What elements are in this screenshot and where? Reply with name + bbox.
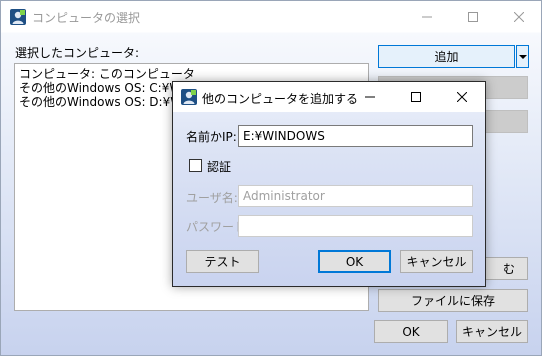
- close-button[interactable]: [496, 1, 542, 32]
- maximize-button[interactable]: [450, 1, 496, 32]
- name-or-ip-input[interactable]: E:¥WINDOWS: [238, 125, 473, 147]
- ok-button[interactable]: OK: [374, 320, 448, 343]
- app-user-icon: [10, 9, 26, 25]
- dialog-title-bar[interactable]: 他のコンピュータを追加する: [173, 82, 485, 112]
- dialog-minimize-button[interactable]: [347, 82, 393, 112]
- dialog-title: 他のコンピュータを追加する: [202, 92, 359, 106]
- close-icon: [514, 11, 524, 22]
- username-label: ユーザ名:: [186, 191, 238, 205]
- close-icon: [457, 92, 467, 102]
- title-bar[interactable]: コンピュータの選択: [1, 1, 541, 32]
- minimize-icon: [422, 16, 432, 17]
- add-dropdown-button[interactable]: [516, 45, 529, 68]
- app-user-icon: [181, 89, 197, 105]
- window-title: コンピュータの選択: [32, 11, 141, 25]
- name-or-ip-label: 名前かIP:: [186, 130, 237, 144]
- list-item[interactable]: コンピュータ: このコンピュータ: [19, 67, 364, 81]
- minimize-button[interactable]: [404, 1, 450, 32]
- maximize-icon: [468, 11, 478, 22]
- dialog-maximize-button[interactable]: [393, 82, 439, 112]
- save-to-file-button[interactable]: ファイルに保存: [378, 289, 528, 312]
- test-button[interactable]: テスト: [186, 250, 259, 273]
- dialog-close-button[interactable]: [439, 82, 485, 112]
- dialog-ok-button[interactable]: OK: [318, 250, 391, 273]
- add-computer-dialog: 他のコンピュータを追加する 名前かIP: E:¥WINDOWS 認証 ユーザ名:…: [172, 81, 486, 287]
- selected-computers-label: 選択したコンピュータ:: [15, 46, 140, 60]
- password-input[interactable]: [238, 215, 473, 237]
- add-button[interactable]: 追加: [378, 45, 515, 68]
- cancel-button[interactable]: キャンセル: [456, 320, 528, 343]
- auth-checkbox[interactable]: [189, 159, 202, 172]
- dialog-cancel-button[interactable]: キャンセル: [400, 250, 473, 273]
- username-input[interactable]: Administrator: [238, 185, 473, 207]
- minimize-icon: [365, 96, 375, 98]
- chevron-down-icon: [518, 54, 527, 59]
- maximize-icon: [411, 92, 421, 102]
- auth-label: 認証: [207, 160, 232, 174]
